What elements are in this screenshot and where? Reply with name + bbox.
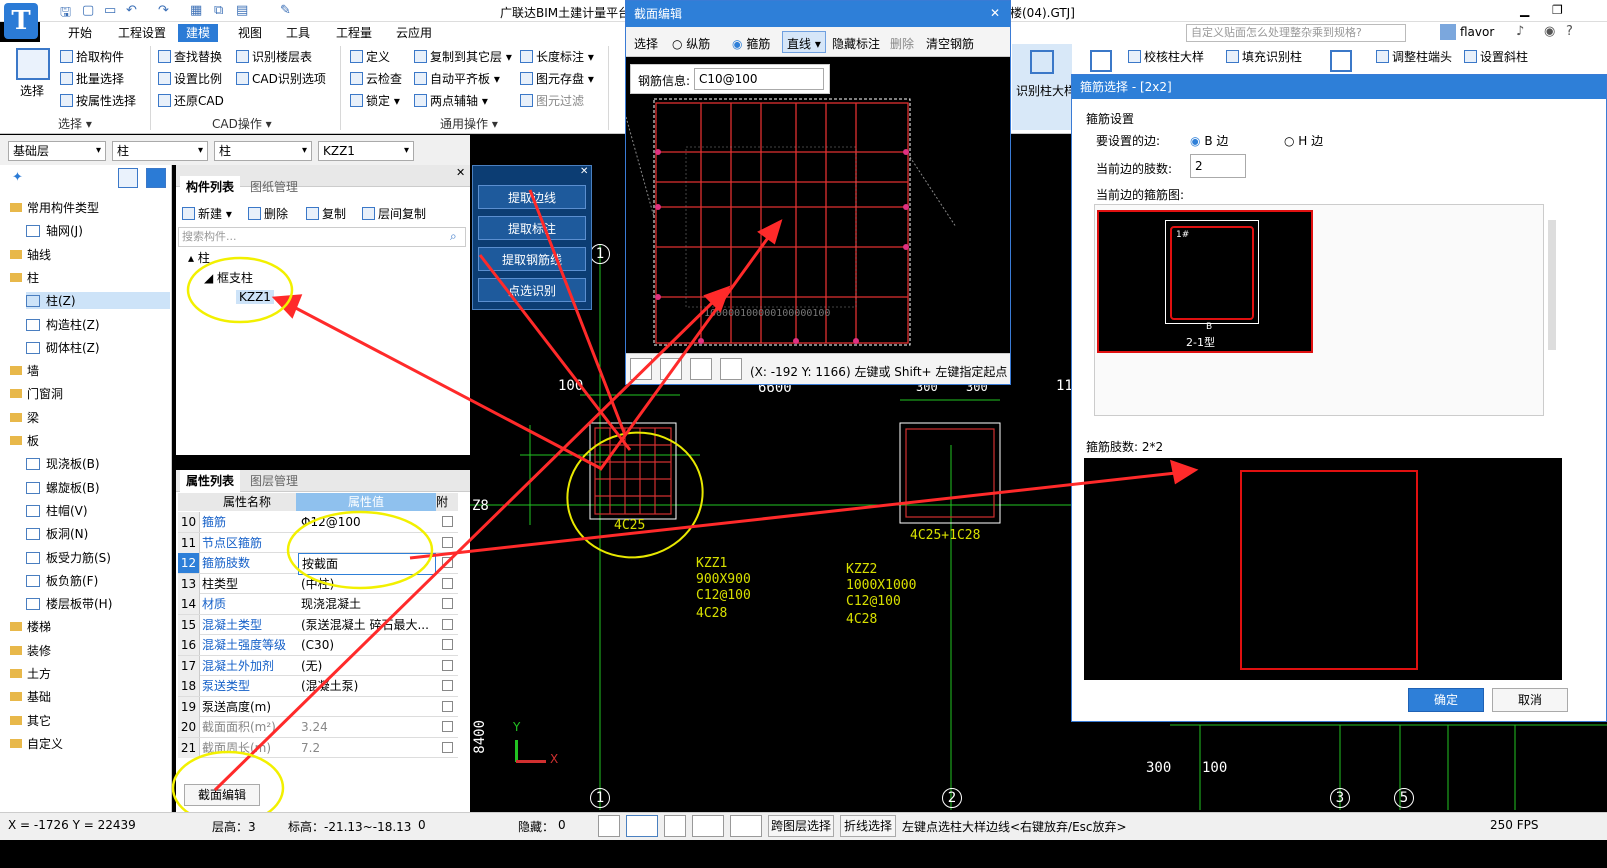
status-coords: X = -1726 Y = 22439 (8, 818, 136, 832)
annotation-overlay (171, 189, 1199, 826)
polyline-select-button[interactable]: 折线选择 (840, 815, 896, 837)
status-elevation: 标高：-21.13~-18.13 (288, 820, 412, 834)
status-hint: 左键点选柱大样边线<右键放弃/Esc放弃> (902, 820, 1127, 834)
snap-toggle-icon[interactable] (626, 815, 658, 837)
status-fps: 250 FPS (1490, 818, 1539, 832)
status-hidden-label: 隐藏： (518, 820, 555, 834)
ortho-toggle-icon[interactable] (598, 815, 620, 837)
dynamic-input-icon[interactable] (730, 815, 762, 837)
status-floor-height: 层高：3 (212, 820, 256, 834)
cross-icon[interactable] (664, 815, 686, 837)
angle-icon[interactable] (692, 815, 724, 837)
status-zero: 0 (418, 818, 426, 832)
status-hidden-count: 0 (558, 818, 566, 832)
cross-layer-select-button[interactable]: 跨图层选择 (768, 815, 834, 837)
